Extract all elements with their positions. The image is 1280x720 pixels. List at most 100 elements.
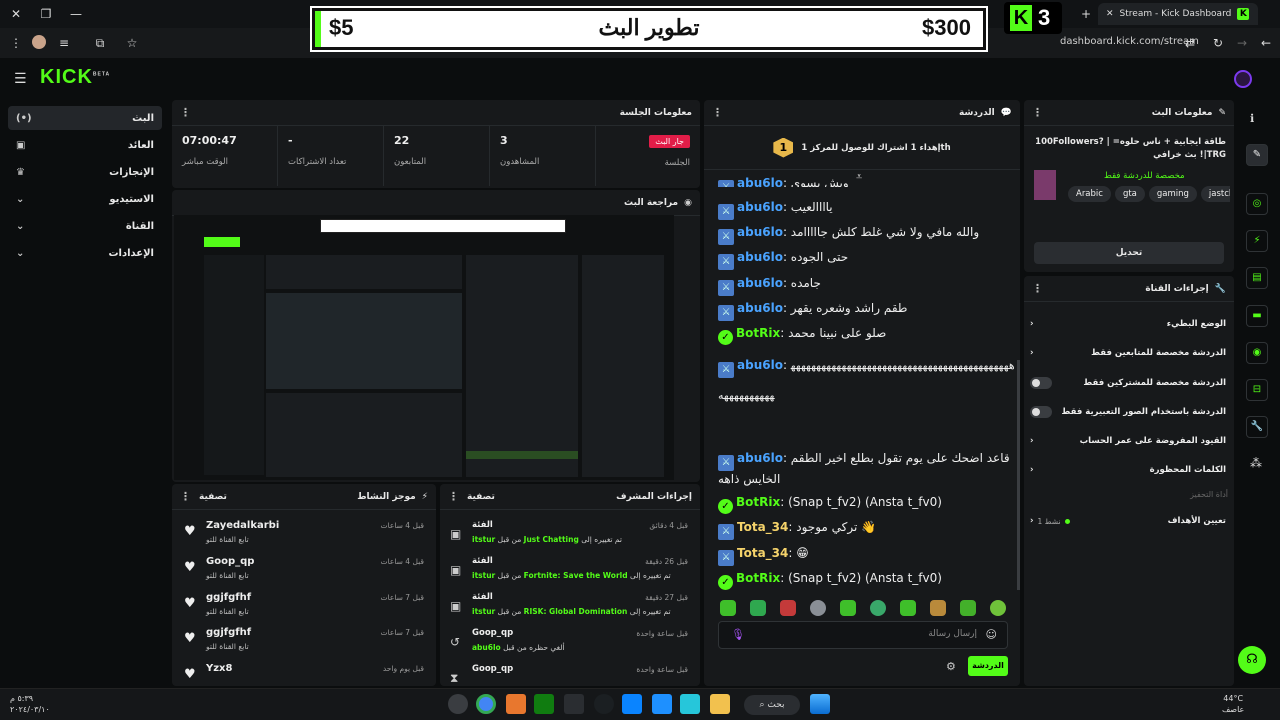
restore-window-icon[interactable]: ❐ [38, 6, 54, 22]
chat-username[interactable]: abu6lo [737, 358, 783, 372]
extensions-icon[interactable]: ⧉ [92, 35, 108, 51]
chat-username[interactable]: abu6lo [737, 276, 783, 290]
reading-list-icon[interactable]: ≡ [56, 35, 72, 51]
subscribers-only-toggle[interactable] [1030, 377, 1052, 389]
account-age-action[interactable]: › القيود المفروضة على عمر الحساب [1030, 429, 1226, 453]
category-name[interactable]: مخصصة للدردشة فقط [1104, 171, 1185, 181]
more-tools-icon[interactable]: ⁂ [1250, 456, 1262, 470]
menu-dots-icon[interactable]: ⋮ [8, 35, 24, 51]
chat-username[interactable]: abu6lo [737, 451, 783, 465]
file-explorer-icon[interactable] [710, 694, 730, 714]
stream-preview-video[interactable] [174, 215, 674, 480]
windows-start-icon[interactable] [810, 694, 830, 714]
tag-chip[interactable]: gta [1114, 186, 1145, 202]
nav-item-studio[interactable]: ⌄ الاستيديو [8, 187, 162, 211]
filter-button[interactable]: تصفية [467, 492, 495, 502]
set-goals-action[interactable]: › نشط 1 تعيين الأهداف [1030, 509, 1226, 533]
steam-app-icon[interactable] [594, 694, 614, 714]
app-icon[interactable] [680, 694, 700, 714]
broadcast-tool-icon[interactable]: ◉ [1246, 342, 1268, 364]
layout-tool-icon[interactable]: ⊟ [1246, 379, 1268, 401]
app-icon[interactable] [506, 694, 526, 714]
app-icon[interactable] [652, 694, 672, 714]
lightning-tool-icon[interactable]: ⚡ [1246, 230, 1268, 252]
emote-button[interactable] [720, 600, 736, 616]
wrench-tool-icon[interactable]: 🔧 [1246, 416, 1268, 438]
forward-icon[interactable]: → [1234, 35, 1250, 51]
filter-button[interactable]: تصفية [199, 492, 227, 502]
panel-menu-icon[interactable]: ⋮ [1032, 282, 1043, 295]
banned-words-action[interactable]: › الكلمات المحظورة [1030, 458, 1226, 482]
url-field[interactable]: dashboard.kick.com/stream [1060, 36, 1199, 47]
emote-button[interactable] [930, 600, 946, 616]
nav-item-achievements[interactable]: ♛ الإنجازات [8, 160, 162, 184]
reload-icon[interactable]: ↻ [1210, 35, 1226, 51]
bookmark-star-icon[interactable]: ☆ [124, 35, 140, 51]
emote-button[interactable] [780, 600, 796, 616]
nav-item-channel[interactable]: ⌄ القناة [8, 214, 162, 238]
emote-button[interactable] [960, 600, 976, 616]
info-icon[interactable]: ℹ [1250, 112, 1254, 125]
chat-username[interactable]: BotRix [736, 495, 780, 509]
emote-button[interactable] [990, 600, 1006, 616]
support-headset-icon[interactable]: ☊ [1238, 646, 1266, 674]
tag-chip[interactable]: gaming [1148, 186, 1197, 202]
camera-tool-icon[interactable]: ◎ [1246, 193, 1268, 215]
panel-menu-icon[interactable]: ⋮ [712, 106, 723, 119]
chat-username[interactable]: BotRix [736, 326, 780, 340]
taskbar-clock[interactable]: ٥:٣٩ م ٢٠٢٤/٠٣/١٠ [10, 693, 50, 715]
app-icon[interactable] [564, 694, 584, 714]
tag-chip[interactable]: Arabic [1068, 186, 1111, 202]
edit-tool-icon[interactable]: ✎ [1246, 144, 1268, 166]
slow-mode-action[interactable]: › الوضع البطيء [1030, 312, 1226, 336]
new-tab-icon[interactable]: + [1078, 6, 1094, 22]
nav-item-revenue[interactable]: ▣ العائد [8, 133, 162, 157]
chat-username[interactable]: abu6lo [737, 200, 783, 214]
tag-chip[interactable]: jastchatting [1200, 186, 1230, 202]
hamburger-menu-icon[interactable]: ☰ [14, 71, 27, 87]
pinned-gift-banner[interactable]: 1 إهداء 1 اشتراك للوصول للمركز 1th [704, 126, 1020, 170]
chat-username[interactable]: abu6lo [737, 176, 783, 187]
emote-button[interactable] [840, 600, 856, 616]
obs-app-icon[interactable] [448, 694, 468, 714]
emote-only-toggle[interactable] [1030, 406, 1052, 418]
browser-tab[interactable]: ✕ Stream - Kick Dashboard K [1098, 3, 1258, 25]
chat-username[interactable]: abu6lo [737, 250, 783, 264]
followers-only-action[interactable]: › الدردشة مخصصة للمتابعين فقط [1030, 341, 1226, 365]
chat-username[interactable]: abu6lo [737, 301, 783, 315]
emote-button[interactable] [900, 600, 916, 616]
panel-menu-icon[interactable]: ⋮ [180, 106, 191, 119]
send-chat-button[interactable]: الدردشة [968, 656, 1008, 676]
chat-username[interactable]: Tota_34 [737, 546, 788, 560]
xbox-app-icon[interactable] [534, 694, 554, 714]
emote-button[interactable] [750, 600, 766, 616]
weather-widget[interactable]: 44°C عاصف [1222, 693, 1244, 715]
emote-button[interactable] [870, 600, 886, 616]
chat-input[interactable]: 🎙 إرسال رسالة ☺ [718, 621, 1008, 649]
nav-item-settings[interactable]: ⌄ الإعدادات [8, 241, 162, 265]
close-tab-icon[interactable]: ✕ [1106, 9, 1114, 19]
chat-username[interactable]: BotRix [736, 571, 780, 585]
nav-item-broadcast[interactable]: (•) البث [8, 106, 162, 130]
panel-menu-icon[interactable]: ⋮ [180, 490, 191, 503]
app-icon[interactable] [622, 694, 642, 714]
close-window-icon[interactable]: ✕ [8, 6, 24, 22]
emote-button[interactable] [810, 600, 826, 616]
chat-username[interactable]: Tota_34 [737, 520, 788, 534]
minimize-window-icon[interactable]: — [68, 6, 84, 22]
emoji-picker-icon[interactable]: ☺ [986, 628, 997, 641]
user-avatar[interactable] [1234, 70, 1252, 88]
panel-menu-icon[interactable]: ⋮ [448, 490, 459, 503]
chat-settings-gear-icon[interactable]: ⚙ [946, 660, 956, 673]
chat-tool-icon[interactable]: ▬ [1246, 305, 1268, 327]
edit-stream-button[interactable]: تحديل [1034, 242, 1224, 264]
chrome-app-icon[interactable] [476, 694, 496, 714]
clipboard-tool-icon[interactable]: ▤ [1246, 267, 1268, 289]
profile-avatar[interactable] [32, 35, 46, 49]
panel-menu-icon[interactable]: ⋮ [1032, 106, 1043, 119]
taskbar-search[interactable]: ⌕ بحث [744, 695, 800, 715]
chat-username[interactable]: abu6lo [737, 225, 783, 239]
kick-logo[interactable]: KICKBETA [40, 66, 110, 89]
microphone-icon[interactable]: 🎙 [731, 628, 745, 641]
back-icon[interactable]: ← [1258, 35, 1274, 51]
